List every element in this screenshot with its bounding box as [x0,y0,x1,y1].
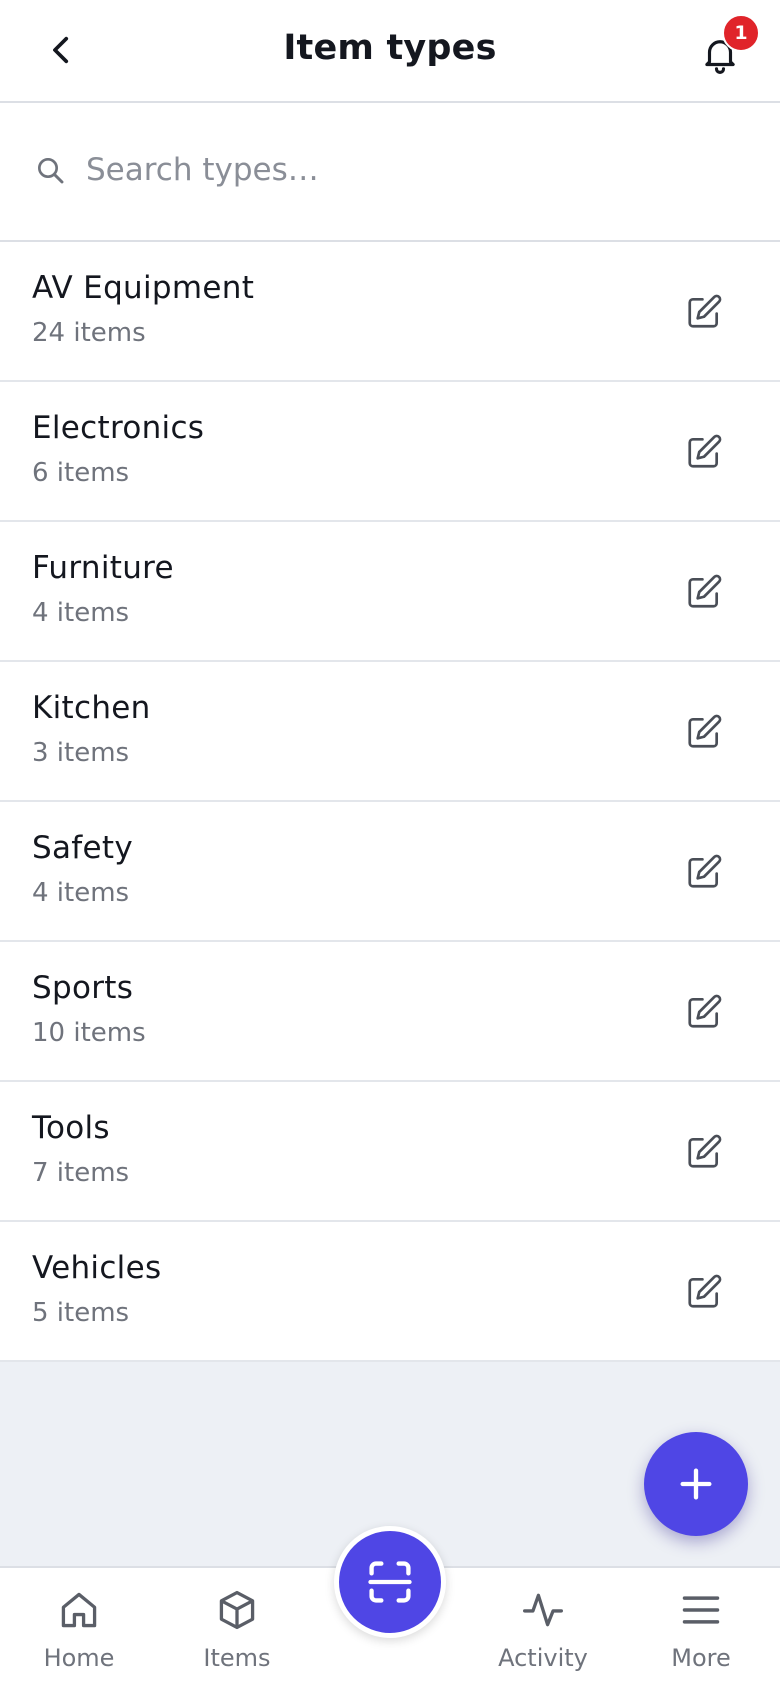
type-name: Vehicles [32,1250,162,1286]
type-count: 4 items [32,878,130,908]
page-title: Item types [283,28,497,68]
type-count: 24 items [32,318,146,348]
type-name: AV Equipment [32,270,255,306]
edit-button[interactable] [680,1268,728,1316]
edit-button[interactable] [680,1128,728,1176]
item-types-list: AV Equipment 24 items Electronics 6 item… [0,242,780,1362]
list-item[interactable]: Safety 4 items [0,802,780,942]
type-count: 4 items [32,598,130,628]
edit-icon [688,994,722,1028]
list-item[interactable]: Vehicles 5 items [0,1222,780,1362]
edit-icon [688,714,722,748]
list-item[interactable]: Electronics 6 items [0,382,780,522]
type-count: 6 items [32,458,130,488]
type-name: Tools [32,1110,110,1146]
plus-icon [680,1468,712,1500]
nav-items-label: Items [203,1644,271,1672]
type-count: 5 items [32,1298,130,1328]
notification-badge: 1 [722,14,760,52]
edit-button[interactable] [680,848,728,896]
list-item[interactable]: Furniture 4 items [0,522,780,662]
edit-icon [688,1134,722,1168]
menu-icon [682,1596,720,1624]
type-name: Furniture [32,550,174,586]
scan-button[interactable] [334,1526,446,1638]
type-count: 7 items [32,1158,130,1188]
list-item[interactable]: Tools 7 items [0,1082,780,1222]
edit-button[interactable] [680,428,728,476]
nav-home[interactable]: Home [19,1568,139,1688]
nav-activity[interactable]: Activity [483,1568,603,1688]
type-name: Sports [32,970,134,1006]
nav-home-label: Home [43,1644,115,1672]
list-item[interactable]: Sports 10 items [0,942,780,1082]
nav-activity-label: Activity [498,1644,588,1672]
nav-more-label: More [671,1644,731,1672]
type-count: 3 items [32,738,130,768]
type-name: Safety [32,830,133,866]
nav-more[interactable]: More [641,1568,761,1688]
list-item[interactable]: AV Equipment 24 items [0,242,780,382]
edit-icon [688,294,722,328]
add-type-button[interactable] [644,1432,748,1536]
type-name: Kitchen [32,690,151,726]
search-icon [38,158,64,184]
nav-items[interactable]: Items [177,1568,297,1688]
type-count: 10 items [32,1018,146,1048]
home-icon [61,1592,97,1628]
scan-icon [368,1561,412,1603]
edit-button[interactable] [680,568,728,616]
edit-icon [688,1274,722,1308]
box-icon [219,1590,255,1630]
edit-icon [688,574,722,608]
type-name: Electronics [32,410,205,446]
edit-icon [688,854,722,888]
activity-icon [523,1593,563,1627]
top-app-bar: Item types 1 [0,0,780,103]
edit-button[interactable] [680,988,728,1036]
edit-button[interactable] [680,288,728,336]
search-input[interactable] [86,140,726,200]
item-types-screen: Item types 1 AV Equipment 24 items [0,0,780,1688]
edit-icon [688,434,722,468]
edit-button[interactable] [680,708,728,756]
list-item[interactable]: Kitchen 3 items [0,662,780,802]
